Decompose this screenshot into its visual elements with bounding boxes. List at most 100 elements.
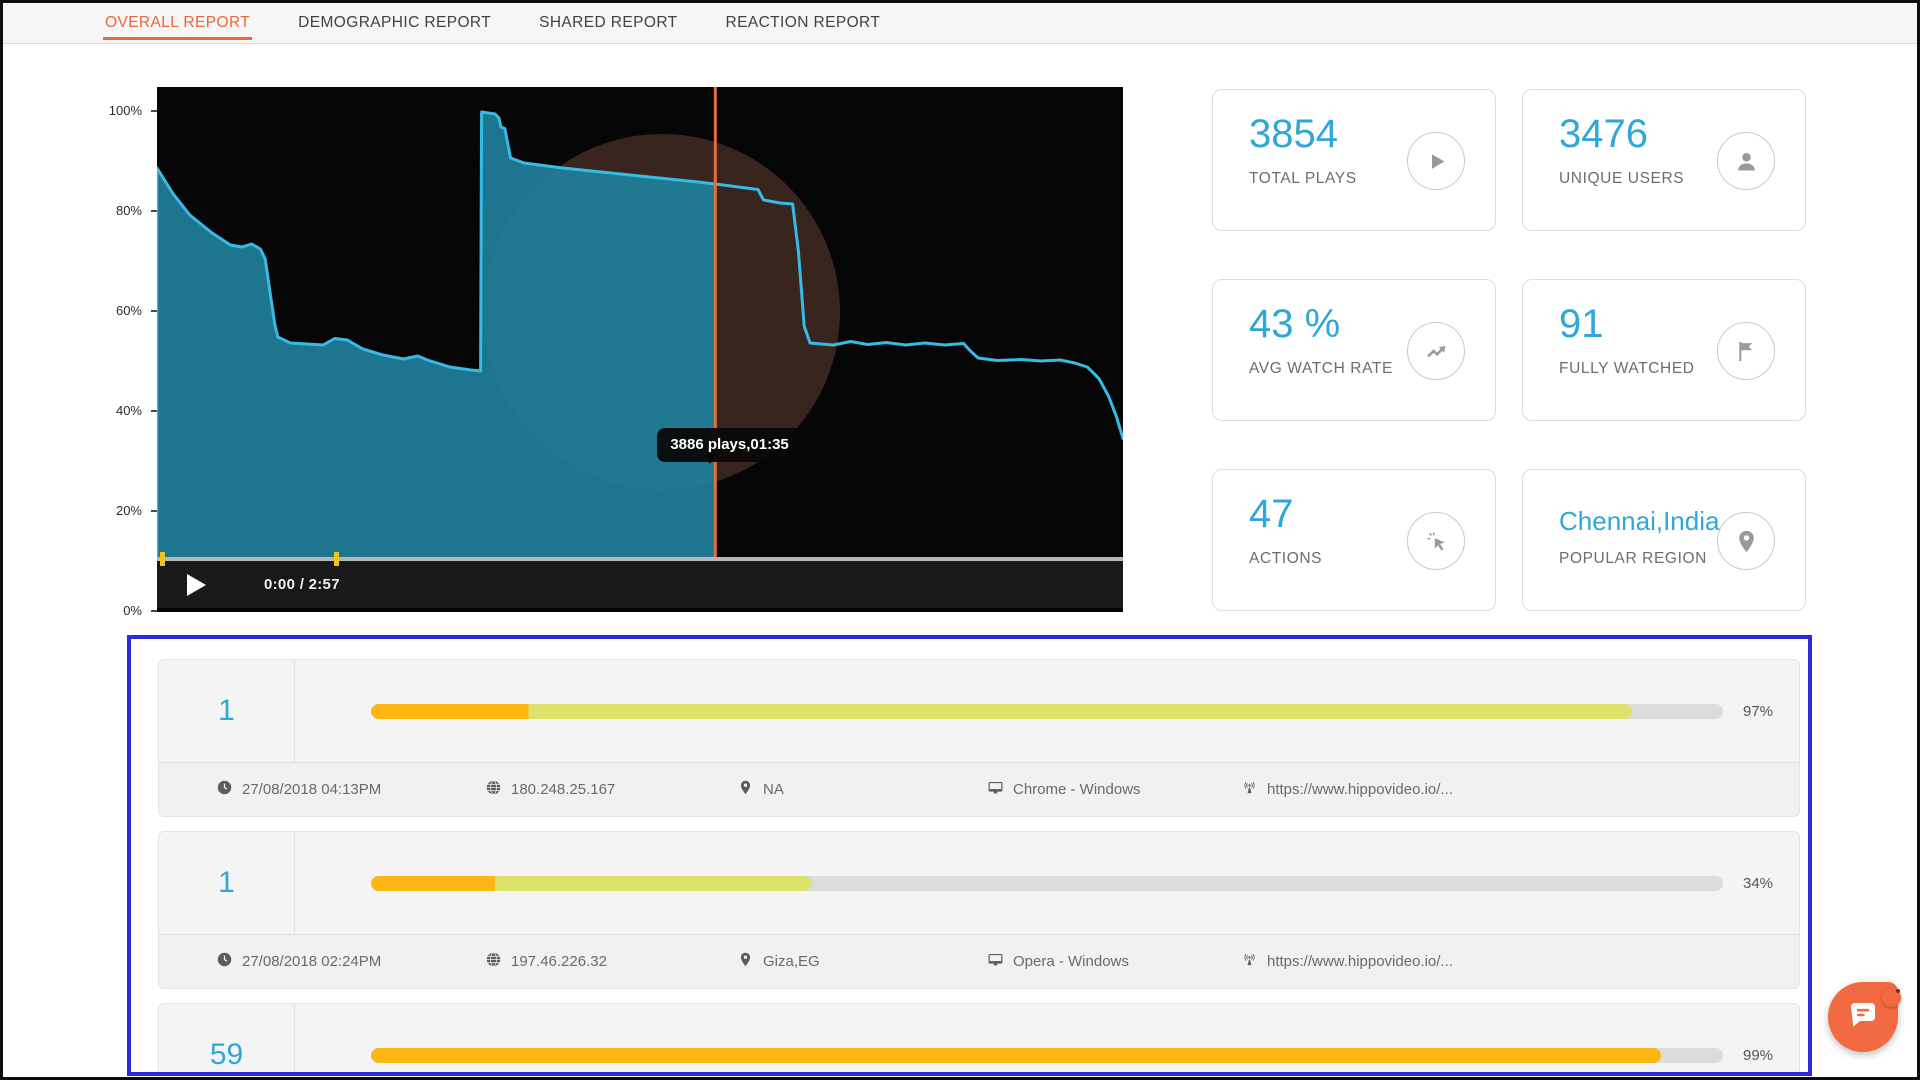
axis-tick-label: 100% xyxy=(98,103,142,119)
axis-tick-label: 20% xyxy=(98,503,142,519)
video-time: 0:00 / 2:57 xyxy=(264,576,340,593)
stat-value: 43 % xyxy=(1249,302,1340,347)
video-player[interactable]: 3886 plays,01:35 0:00 / 2:57 xyxy=(157,87,1123,612)
trend-icon xyxy=(1407,322,1465,380)
chat-bubble-icon xyxy=(1845,997,1881,1038)
clock-icon xyxy=(216,951,233,972)
stat-label: TOTAL PLAYS xyxy=(1249,170,1357,188)
user-icon xyxy=(1717,132,1775,190)
stat-label: POPULAR REGION xyxy=(1559,550,1707,568)
session-meta-text: 197.46.226.32 xyxy=(511,953,607,970)
chat-notification-badge[interactable] xyxy=(1882,988,1901,1007)
video-controls: 0:00 / 2:57 xyxy=(157,561,1123,608)
broadcast-icon xyxy=(1241,779,1258,800)
session-meta-item: Chrome - Windows xyxy=(987,779,1241,800)
session-meta-text: https://www.hippovideo.io/... xyxy=(1267,781,1453,798)
view-count: 1 xyxy=(159,832,295,934)
report-tab-label: OVERALL REPORT xyxy=(105,14,250,32)
play-button[interactable] xyxy=(187,574,206,596)
report-tab-label: SHARED REPORT xyxy=(539,14,677,32)
report-tab[interactable]: SHARED REPORT xyxy=(515,3,701,43)
report-page: OVERALL REPORT DEMOGRAPHIC REPORT SHARED R… xyxy=(0,0,1920,1080)
chart-tooltip: 3886 plays,01:35 xyxy=(657,428,801,462)
watch-percent: 97% xyxy=(1743,703,1773,720)
session-meta-text: 27/08/2018 04:13PM xyxy=(242,781,381,798)
session-meta-text: 180.248.25.167 xyxy=(511,781,615,798)
session-meta-item: NA xyxy=(737,779,987,800)
map-pin-icon xyxy=(737,951,754,972)
axis-tick-label: 40% xyxy=(98,403,142,419)
viewer-session-row[interactable]: 1 97% 27/08/2018 04:13PM 180.248.25.167 … xyxy=(158,659,1800,817)
stat-value: 47 xyxy=(1249,492,1294,537)
watch-percent: 34% xyxy=(1743,875,1773,892)
watch-percent: 99% xyxy=(1743,1047,1773,1064)
broadcast-icon xyxy=(1241,951,1258,972)
session-meta: 27/08/2018 02:24PM 197.46.226.32 Giza,EG… xyxy=(159,934,1799,988)
location-pin-icon xyxy=(1717,512,1775,570)
session-meta-item: https://www.hippovideo.io/... xyxy=(1241,951,1799,972)
viewer-sessions-panel: 1 97% 27/08/2018 04:13PM 180.248.25.167 … xyxy=(127,635,1812,1076)
watch-progress-track xyxy=(371,704,1723,719)
session-meta-text: Giza,EG xyxy=(763,953,820,970)
axis-tick-label: 60% xyxy=(98,303,142,319)
session-meta-text: NA xyxy=(763,781,784,798)
video-progress-bar[interactable] xyxy=(157,557,1123,561)
session-meta: 27/08/2018 04:13PM 180.248.25.167 NA Chr… xyxy=(159,762,1799,816)
watched-area-fill xyxy=(157,112,715,557)
map-pin-icon xyxy=(737,779,754,800)
session-meta-text: 27/08/2018 02:24PM xyxy=(242,953,381,970)
monitor-icon xyxy=(987,951,1004,972)
session-meta-text: Opera - Windows xyxy=(1013,953,1129,970)
cursor-icon xyxy=(1407,512,1465,570)
report-tab-label: REACTION REPORT xyxy=(726,14,881,32)
axis-tick-label: 0% xyxy=(98,603,142,619)
session-meta-text: https://www.hippovideo.io/... xyxy=(1267,953,1453,970)
clock-icon xyxy=(216,779,233,800)
session-meta-text: Chrome - Windows xyxy=(1013,781,1141,798)
chart-tooltip-text: 3886 plays,01:35 xyxy=(670,436,788,453)
watch-rate-axis: 100%80%60%40%20%0% xyxy=(98,87,157,612)
stat-label: UNIQUE USERS xyxy=(1559,170,1684,188)
watch-progress-fill xyxy=(371,876,812,891)
stat-value: 3476 xyxy=(1559,112,1648,157)
watch-progress-track xyxy=(371,1048,1723,1063)
retention-area-chart xyxy=(157,87,1123,612)
report-tabs: OVERALL REPORT DEMOGRAPHIC REPORT SHARED R… xyxy=(3,3,1917,44)
stat-card: 3854 TOTAL PLAYS xyxy=(1212,89,1496,231)
stat-card: 43 % AVG WATCH RATE xyxy=(1212,279,1496,421)
watch-progress-fill xyxy=(371,704,1632,719)
globe-icon xyxy=(485,951,502,972)
session-meta-item: 27/08/2018 02:24PM xyxy=(216,951,485,972)
session-meta-item: 27/08/2018 04:13PM xyxy=(216,779,485,800)
play-icon xyxy=(1407,132,1465,190)
report-tab[interactable]: OVERALL REPORT xyxy=(81,3,274,43)
stat-card: 91 FULLY WATCHED xyxy=(1522,279,1806,421)
report-tab[interactable]: DEMOGRAPHIC REPORT xyxy=(274,3,515,43)
report-tab[interactable]: REACTION REPORT xyxy=(702,3,905,43)
cta-marker[interactable] xyxy=(334,552,339,566)
stat-card: 47 ACTIONS xyxy=(1212,469,1496,611)
stat-value: 91 xyxy=(1559,302,1604,347)
flag-icon xyxy=(1717,322,1775,380)
viewer-session-row[interactable]: 1 34% 27/08/2018 02:24PM 197.46.226.32 G… xyxy=(158,831,1800,989)
stat-value: Chennai,India xyxy=(1559,506,1719,537)
stat-value: 3854 xyxy=(1249,112,1338,157)
cta-marker[interactable] xyxy=(160,552,165,566)
stat-label: AVG WATCH RATE xyxy=(1249,360,1393,378)
session-meta-item: Opera - Windows xyxy=(987,951,1241,972)
report-tab-label: DEMOGRAPHIC REPORT xyxy=(298,14,491,32)
stat-card: Chennai,India POPULAR REGION xyxy=(1522,469,1806,611)
watch-progress-track xyxy=(371,876,1723,891)
axis-tick-label: 80% xyxy=(98,203,142,219)
session-meta-item: https://www.hippovideo.io/... xyxy=(1241,779,1799,800)
view-count: 1 xyxy=(159,660,295,762)
viewer-session-row[interactable]: 59 99% xyxy=(158,1003,1800,1076)
view-count: 59 xyxy=(159,1004,295,1076)
globe-icon xyxy=(485,779,502,800)
stat-card: 3476 UNIQUE USERS xyxy=(1522,89,1806,231)
watch-progress-fill xyxy=(371,1048,1661,1063)
session-meta-item: 197.46.226.32 xyxy=(485,951,737,972)
stat-label: ACTIONS xyxy=(1249,550,1322,568)
stat-label: FULLY WATCHED xyxy=(1559,360,1695,378)
session-meta-item: 180.248.25.167 xyxy=(485,779,737,800)
